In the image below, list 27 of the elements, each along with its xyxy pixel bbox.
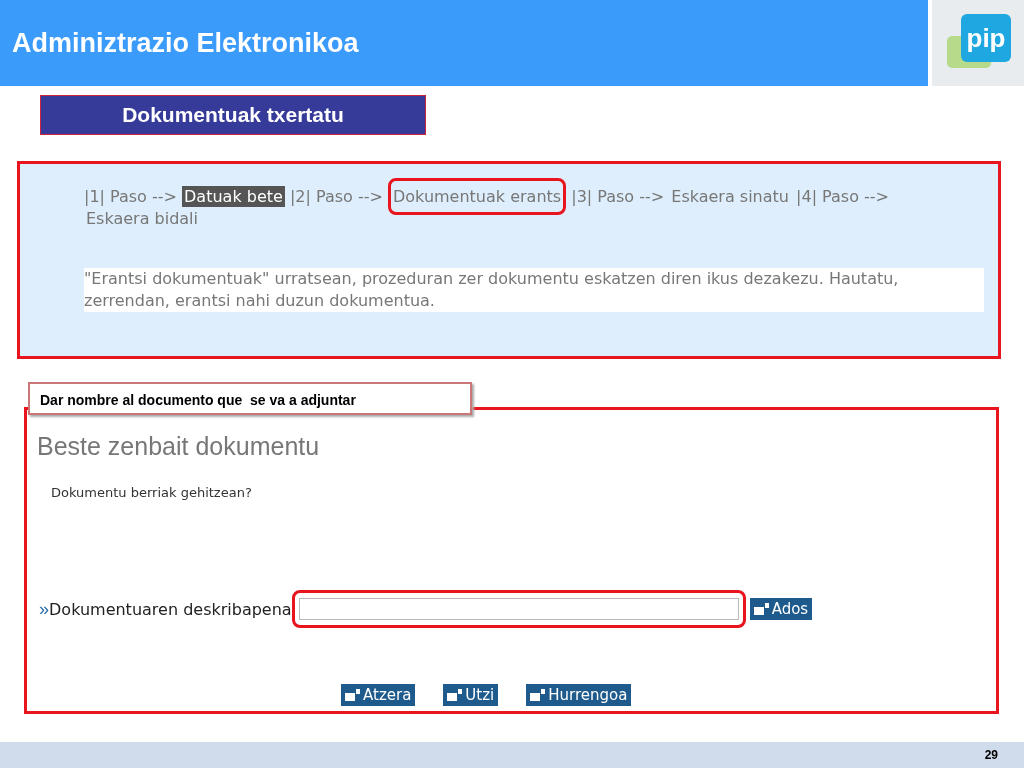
step-name[interactable]: Eskaera bidali xyxy=(84,208,200,229)
step-prefix: |4| Paso --> xyxy=(796,187,889,206)
description-text: "Erantsi dokumentuak" urratsean, prozeduran zer dokumentu eskatzen diren ikus dezakezu. Hautatu, zerrendan, erantsi nahi duzun dokumentua. xyxy=(84,268,984,312)
step-name[interactable]: Eskaera sinatu xyxy=(669,186,791,207)
nav-button[interactable]: Hurrengoa xyxy=(526,684,632,706)
page-number: 29 xyxy=(984,748,998,762)
window-icon xyxy=(447,689,464,701)
description-field[interactable] xyxy=(298,598,739,620)
marker-text: » xyxy=(39,598,49,620)
step-prefix: |3| Paso --> xyxy=(571,187,665,206)
callout-note: Dar nombre al documento que se va a adjuntar xyxy=(28,382,472,415)
section-title: Dokumentuak txertatu xyxy=(40,95,426,135)
slide-title: Adminiztrazio Elektronikoa xyxy=(0,0,928,86)
step-prefix: |1| Paso --> xyxy=(84,187,177,206)
window-icon xyxy=(753,603,770,615)
nav-button[interactable]: Atzera xyxy=(341,684,416,706)
ok-button[interactable]: Ados xyxy=(749,598,813,620)
form-heading: Beste zenbait dokumentu xyxy=(37,432,321,461)
field-label: Dokumentuaren deskribapena xyxy=(49,599,292,619)
nav-button[interactable]: Utzi xyxy=(443,684,499,706)
window-icon xyxy=(345,689,361,701)
logo-text: pip xyxy=(961,14,1011,62)
step-name[interactable]: Datuak bete xyxy=(182,186,285,207)
question-text: Dokumentu berriak gehitzean? xyxy=(51,485,253,500)
step-name[interactable]: Dokumentuak erants xyxy=(388,178,567,215)
step-prefix: |2| Paso --> xyxy=(289,187,383,206)
window-icon xyxy=(530,689,547,701)
